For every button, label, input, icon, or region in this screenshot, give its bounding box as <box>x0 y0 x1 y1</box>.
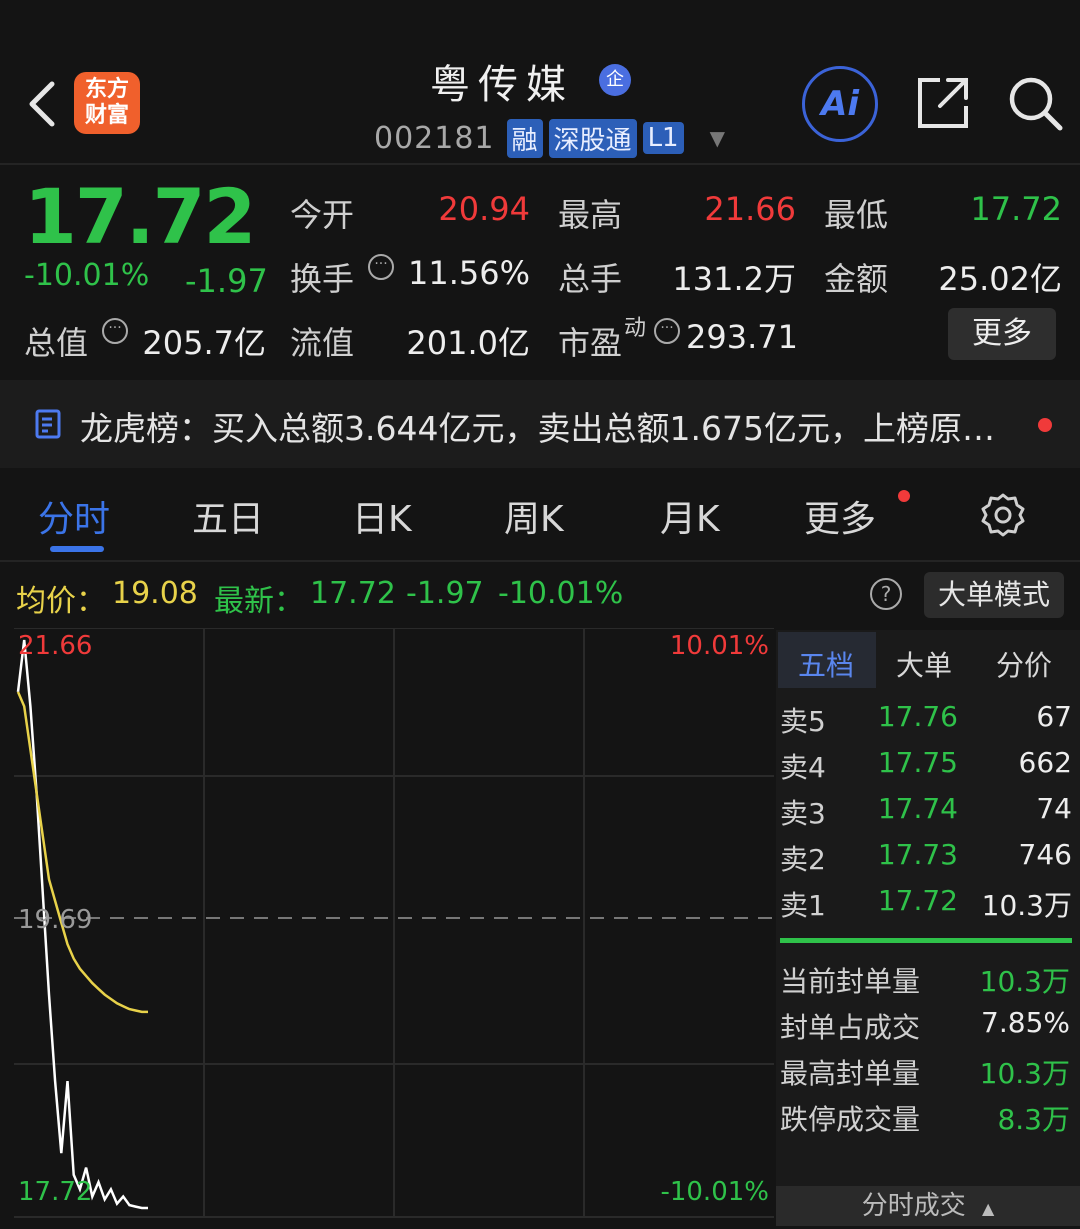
more-button[interactable]: 更多 <box>948 308 1056 360</box>
tab-big-orders[interactable]: 大单 <box>896 644 952 684</box>
intraday-trades-label: 分时成交 <box>861 1191 966 1221</box>
volume-value: 131.2万 <box>672 260 796 298</box>
ask-volume: 10.3万 <box>981 889 1072 922</box>
tag-shenzhen-connect: 深股通 <box>548 118 637 158</box>
stat-label: 最高封单量 <box>780 1057 921 1090</box>
stat-label: 封单占成交 <box>780 1011 921 1044</box>
share-icon[interactable] <box>914 74 972 132</box>
limit-down-bar <box>780 938 1072 943</box>
divider <box>0 560 1080 562</box>
low-label: 最低 <box>824 196 889 234</box>
more-info-icon[interactable]: ··· <box>102 318 128 344</box>
chevron-up-icon: ▲ <box>981 1199 995 1218</box>
tab-monthly-k[interactable]: 月K <box>660 490 720 542</box>
intraday-trades-tab[interactable]: 分时成交 ▲ <box>776 1186 1080 1226</box>
ask-volume: 67 <box>1036 700 1072 733</box>
app-logo: 东方 财富 <box>74 72 140 134</box>
stat-value: 10.3万 <box>979 1057 1070 1090</box>
tab-daily-k[interactable]: 日K <box>352 490 412 542</box>
volume-label: 总手 <box>558 260 623 298</box>
document-icon <box>35 409 61 439</box>
stock-code: 002181 <box>374 120 495 156</box>
ask-volume: 74 <box>1036 792 1072 825</box>
low-value: 17.72 <box>970 190 1062 228</box>
big-order-mode-button[interactable]: 大单模式 <box>924 572 1064 618</box>
latest-change-percent: -10.01% <box>498 576 624 611</box>
logo-line1: 东方 <box>84 77 129 102</box>
notification-dot <box>1038 418 1052 432</box>
stock-name: 粤传媒 <box>430 62 574 108</box>
avg-price-value: 19.08 <box>112 576 198 611</box>
tab-five-day[interactable]: 五日 <box>192 490 264 542</box>
code-row: 002181 融 深股通 L1 ▼ <box>374 118 725 158</box>
ask-label: 卖2 <box>780 843 826 876</box>
tab-price-distribution[interactable]: 分价 <box>996 644 1052 684</box>
pct-label-top: 10.01% <box>670 631 769 661</box>
more-info-icon[interactable]: ··· <box>654 318 680 344</box>
latest-value: 17.72 <box>310 576 396 611</box>
ask-label: 卖1 <box>780 889 826 922</box>
pe-value: 293.71 <box>686 318 798 356</box>
enterprise-badge: 企 <box>599 64 631 96</box>
ask-label: 卖3 <box>780 797 826 830</box>
tab-more[interactable]: 更多 <box>804 490 876 542</box>
amount-value: 25.02亿 <box>938 260 1062 298</box>
logo-line2: 财富 <box>84 103 129 128</box>
ask-volume: 662 <box>1018 746 1072 779</box>
stat-label: 跌停成交量 <box>780 1103 921 1136</box>
tab-five-levels[interactable]: 五档 <box>798 644 854 684</box>
stat-value: 7.85% <box>981 1006 1070 1039</box>
ask-price: 17.73 <box>877 838 958 871</box>
change-percent: -10.01% <box>24 258 150 293</box>
back-arrow-icon[interactable] <box>22 78 62 130</box>
ask-price: 17.72 <box>877 884 958 917</box>
pe-label: 市盈 <box>558 324 623 362</box>
y-label-bottom: 17.72 <box>18 1177 92 1207</box>
tab-intraday[interactable]: 分时 <box>38 490 110 542</box>
avg-price-label: 均价： <box>16 584 106 619</box>
high-label: 最高 <box>558 196 623 234</box>
latest-change: -1.97 <box>406 576 484 611</box>
divider <box>0 163 1080 165</box>
market-cap-value: 205.7亿 <box>142 324 266 362</box>
ask-price: 17.76 <box>877 700 958 733</box>
notification-dot <box>898 490 910 502</box>
stat-value: 8.3万 <box>997 1103 1070 1136</box>
stat-value: 10.3万 <box>979 965 1070 998</box>
y-label-top: 21.66 <box>18 631 92 661</box>
open-value: 20.94 <box>438 190 530 228</box>
open-label: 今开 <box>290 196 355 234</box>
change-amount: -1.97 <box>185 262 268 300</box>
stat-label: 当前封单量 <box>780 965 921 998</box>
chevron-down-icon[interactable]: ▼ <box>710 126 725 150</box>
tab-weekly-k[interactable]: 周K <box>504 490 564 542</box>
turnover-label: 换手 <box>290 260 355 298</box>
float-cap-label: 流值 <box>290 324 355 362</box>
gear-icon[interactable] <box>980 492 1026 538</box>
float-cap-value: 201.0亿 <box>406 324 530 362</box>
amount-label: 金额 <box>824 260 889 298</box>
tag-margin: 融 <box>506 118 543 158</box>
high-value: 21.66 <box>704 190 796 228</box>
y-label-mid: 19.69 <box>18 905 92 935</box>
ai-button[interactable]: Ai <box>802 66 878 142</box>
pe-superscript: 动 <box>624 316 647 341</box>
search-icon[interactable] <box>1006 74 1064 132</box>
intraday-chart[interactable]: 21.66 19.69 17.72 10.01% -10.01% <box>14 628 774 1218</box>
ask-price: 17.75 <box>877 746 958 779</box>
market-cap-label: 总值 <box>24 324 89 362</box>
tag-level1: L1 <box>642 122 684 154</box>
pct-label-bottom: -10.01% <box>660 1177 769 1207</box>
current-price: 17.72 <box>24 172 256 261</box>
ask-volume: 746 <box>1018 838 1072 871</box>
longhu-text: 龙虎榜：买入总额3.644亿元，卖出总额1.675亿元，上榜原… <box>80 409 995 448</box>
help-icon[interactable]: ? <box>870 578 902 610</box>
ask-label: 卖5 <box>780 705 826 738</box>
latest-label: 最新： <box>214 584 304 619</box>
active-tab-indicator <box>50 546 104 552</box>
ask-label: 卖4 <box>780 751 826 784</box>
ask-price: 17.74 <box>877 792 958 825</box>
turnover-value: 11.56% <box>407 254 530 292</box>
